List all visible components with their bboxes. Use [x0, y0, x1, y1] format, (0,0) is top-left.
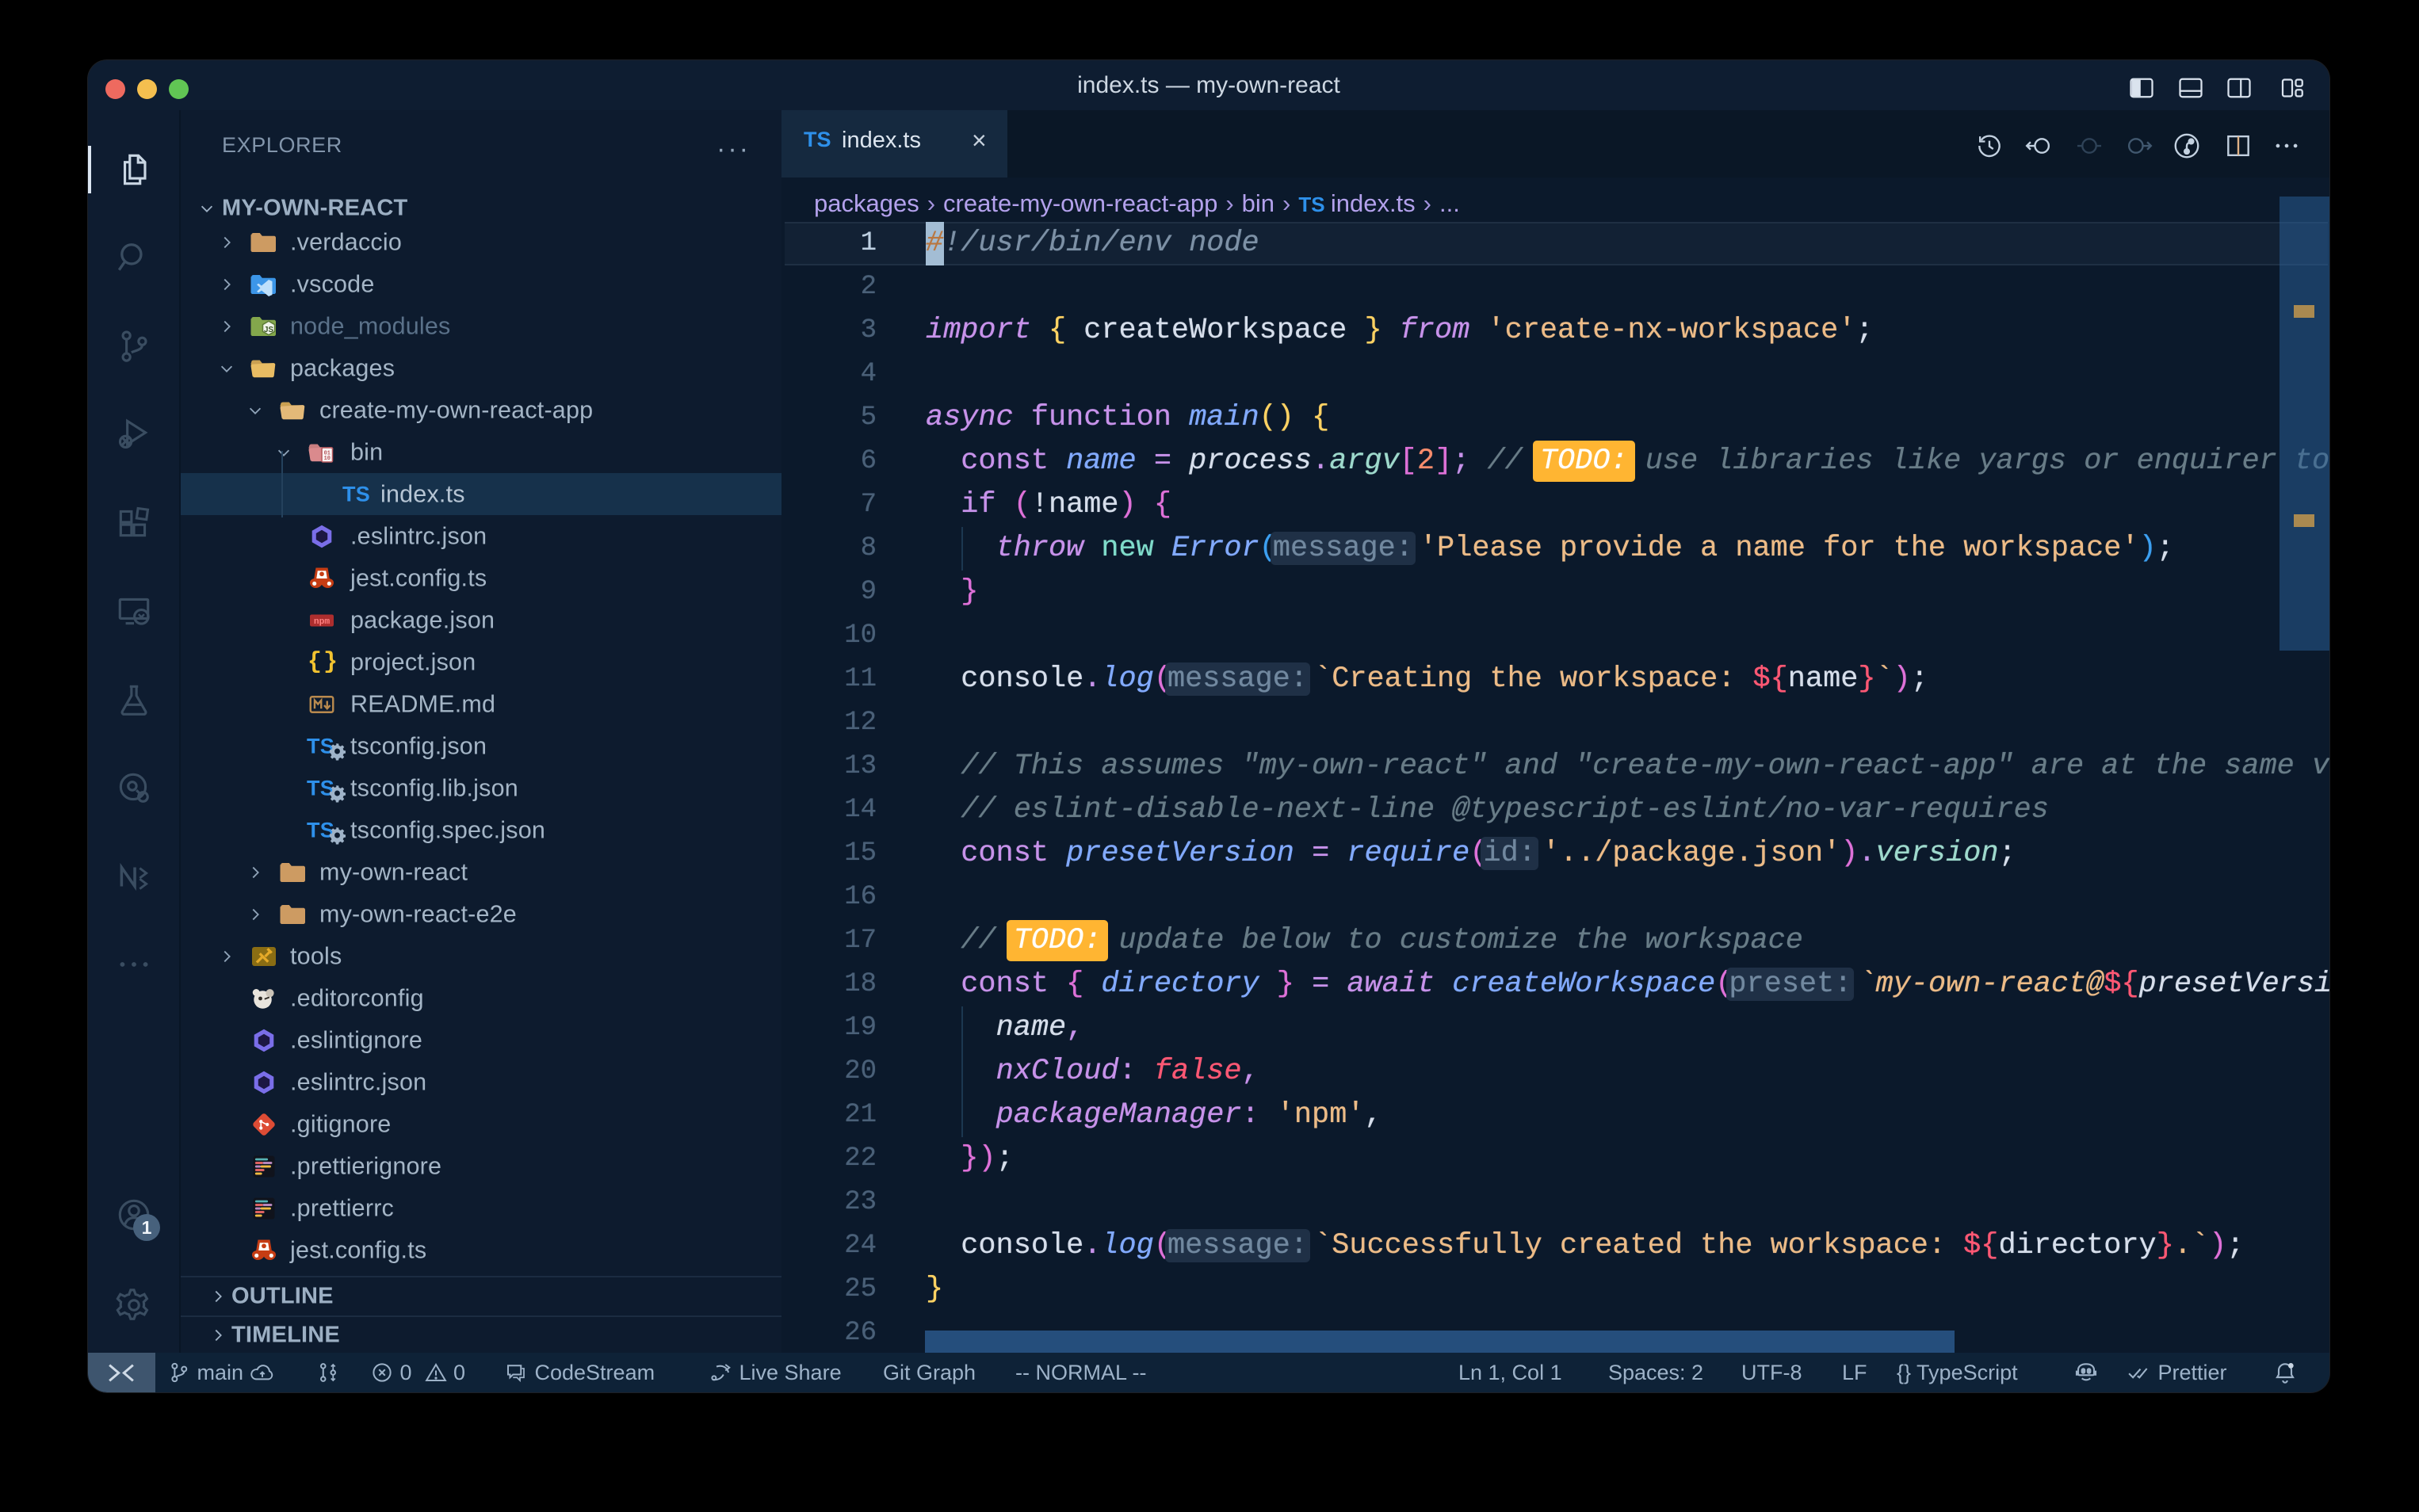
svg-text:JS: JS — [264, 325, 273, 334]
svg-text:npm: npm — [314, 617, 331, 627]
svg-text:10: 10 — [324, 456, 331, 462]
